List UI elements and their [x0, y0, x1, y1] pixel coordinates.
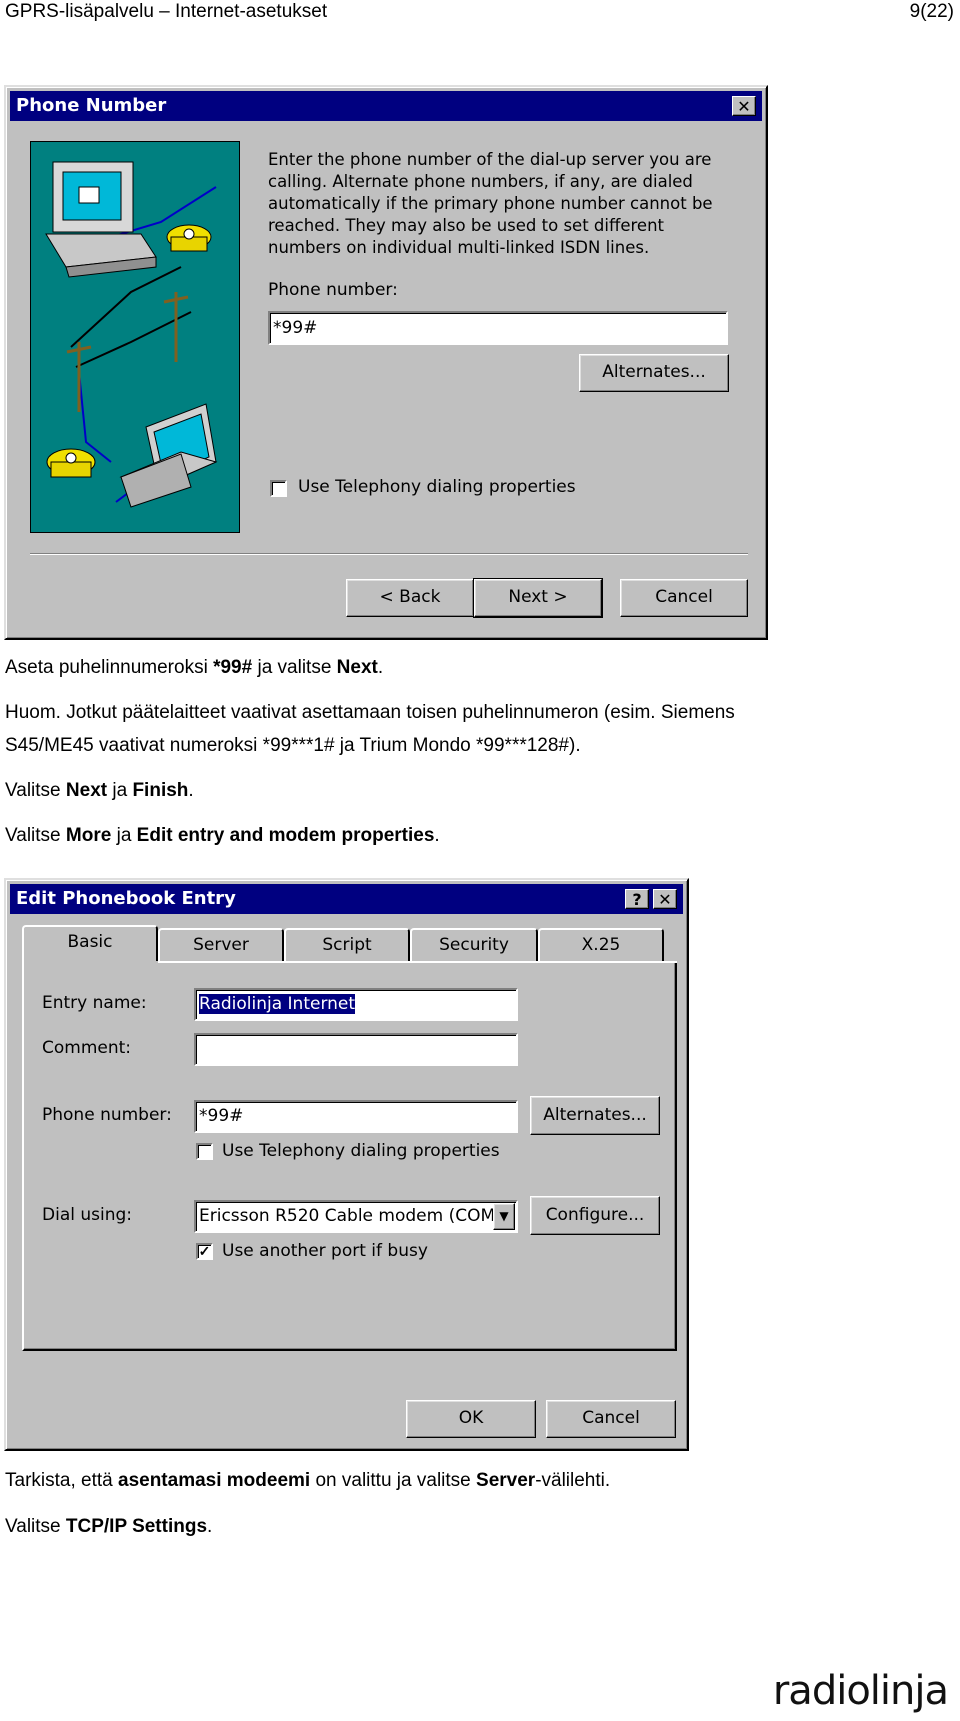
help-icon[interactable]: ?	[625, 889, 649, 909]
text: .	[434, 825, 440, 846]
dialog-title: Phone Number	[16, 95, 167, 116]
text-bold: Server	[476, 1470, 536, 1491]
configure-button[interactable]: Configure...	[530, 1196, 660, 1235]
text: Valitse	[5, 780, 66, 801]
another-port-label: Use another port if busy	[222, 1241, 428, 1261]
alternates-button[interactable]: Alternates...	[579, 354, 729, 392]
note-line-1: Huom. Jotkut päätelaitteet vaativat aset…	[5, 702, 735, 723]
telephony-checkbox[interactable]	[270, 480, 287, 497]
tab-server[interactable]: Server	[158, 928, 284, 961]
dialog-titlebar: Edit Phonebook Entry ? ✕	[10, 884, 683, 914]
tab-security[interactable]: Security	[410, 928, 538, 961]
tab-x25[interactable]: X.25	[538, 928, 664, 961]
phone-number-input[interactable]: *99#	[268, 311, 728, 345]
instruction-paragraph: Valitse TCP/IP Settings.	[5, 1515, 212, 1538]
next-button[interactable]: Next >	[473, 578, 603, 618]
intro-line: reached. They may also be used to set di…	[268, 216, 664, 235]
entry-name-label: Entry name:	[42, 993, 147, 1013]
dial-using-select[interactable]: Ericsson R520 Cable modem (COM	[194, 1200, 518, 1233]
text: .	[377, 657, 384, 678]
close-icon[interactable]: ✕	[653, 889, 677, 909]
telephone-icon	[166, 224, 212, 252]
text-bold: TCP/IP Settings	[65, 1516, 208, 1537]
page-number: 9(22)	[909, 1, 954, 22]
ok-button[interactable]: OK	[406, 1400, 536, 1438]
radiolinja-logo: radiolinja	[772, 1668, 949, 1714]
intro-line: calling. Alternate phone numbers, if any…	[268, 172, 693, 191]
instruction-paragraph: Valitse More ja Edit entry and modem pro…	[5, 824, 440, 847]
alternates-button[interactable]: Alternates...	[530, 1096, 660, 1135]
cancel-button[interactable]: Cancel	[620, 579, 748, 617]
text: Tarkista, että	[5, 1470, 118, 1491]
text: Aseta puhelinnumeroksi	[5, 657, 214, 678]
note-line-2: S45/ME45 vaativat numeroksi *99***1# ja …	[5, 735, 581, 756]
text: Valitse	[5, 825, 66, 846]
instruction-paragraph: Aseta puhelinnumeroksi *99# ja valitse N…	[5, 656, 383, 679]
text-bold: Next	[336, 657, 378, 678]
intro-line: numbers on individual multi-linked ISDN …	[268, 238, 650, 257]
telephony-checkbox[interactable]	[196, 1143, 213, 1160]
text-bold: More	[65, 825, 112, 846]
text: ja	[111, 825, 137, 846]
computer-icon	[45, 161, 157, 278]
phone-number-label: Phone number:	[268, 280, 398, 300]
phone-number-input[interactable]: *99#	[194, 1100, 518, 1133]
text-bold: Next	[65, 780, 108, 801]
text: -välilehti.	[535, 1470, 611, 1491]
telephony-label: Use Telephony dialing properties	[222, 1141, 500, 1161]
chevron-down-icon[interactable]: ▼	[493, 1203, 515, 1230]
close-icon[interactable]: ✕	[732, 96, 756, 116]
back-button[interactable]: < Back	[346, 579, 474, 617]
telephony-label: Use Telephony dialing properties	[298, 477, 576, 497]
text: on valittu ja valitse	[310, 1470, 477, 1491]
intro-text: Enter the phone number of the dial-up se…	[268, 149, 713, 259]
dialup-illustration	[30, 141, 240, 533]
divider	[30, 553, 748, 555]
instruction-paragraph: Tarkista, että asentamasi modeemi on val…	[5, 1469, 610, 1492]
tab-script[interactable]: Script	[284, 928, 410, 961]
instruction-paragraph: Valitse Next ja Finish.	[5, 779, 194, 802]
phone-number-dialog: Phone Number ✕ Enter the phone number of…	[4, 85, 768, 640]
text-bold: Edit entry and modem properties	[136, 825, 435, 846]
phone-number-label: Phone number:	[42, 1105, 172, 1125]
text: ja	[107, 780, 133, 801]
document-header-title: GPRS-lisäpalvelu – Internet-asetukset	[5, 1, 328, 22]
intro-line: Enter the phone number of the dial-up se…	[268, 150, 712, 169]
text-bold: asentamasi modeemi	[118, 1470, 311, 1491]
dial-using-value: Ericsson R520 Cable modem (COM	[199, 1206, 496, 1226]
text-bold: Finish	[132, 780, 189, 801]
text: ja valitse	[252, 657, 337, 678]
laptop-icon	[119, 403, 218, 508]
dialog-titlebar: Phone Number ✕	[10, 91, 762, 121]
another-port-checkbox[interactable]: ✓	[196, 1243, 213, 1260]
text: Valitse	[5, 1516, 66, 1537]
tab-panel-top-edge	[158, 961, 677, 963]
comment-input[interactable]	[194, 1033, 518, 1066]
tab-basic[interactable]: Basic	[22, 925, 158, 961]
text: .	[207, 1516, 213, 1537]
dial-using-label: Dial using:	[42, 1205, 133, 1225]
entry-name-input[interactable]: Radiolinja Internet	[194, 988, 518, 1021]
edit-phonebook-dialog: Edit Phonebook Entry ? ✕ Basic Server Sc…	[4, 878, 689, 1451]
dialog-title: Edit Phonebook Entry	[16, 888, 236, 909]
intro-line: automatically if the primary phone numbe…	[268, 194, 713, 213]
cancel-button[interactable]: Cancel	[546, 1400, 676, 1438]
comment-label: Comment:	[42, 1038, 132, 1058]
text: .	[188, 780, 194, 801]
entry-name-value: Radiolinja Internet	[199, 994, 356, 1014]
text-bold: *99#	[213, 657, 253, 678]
